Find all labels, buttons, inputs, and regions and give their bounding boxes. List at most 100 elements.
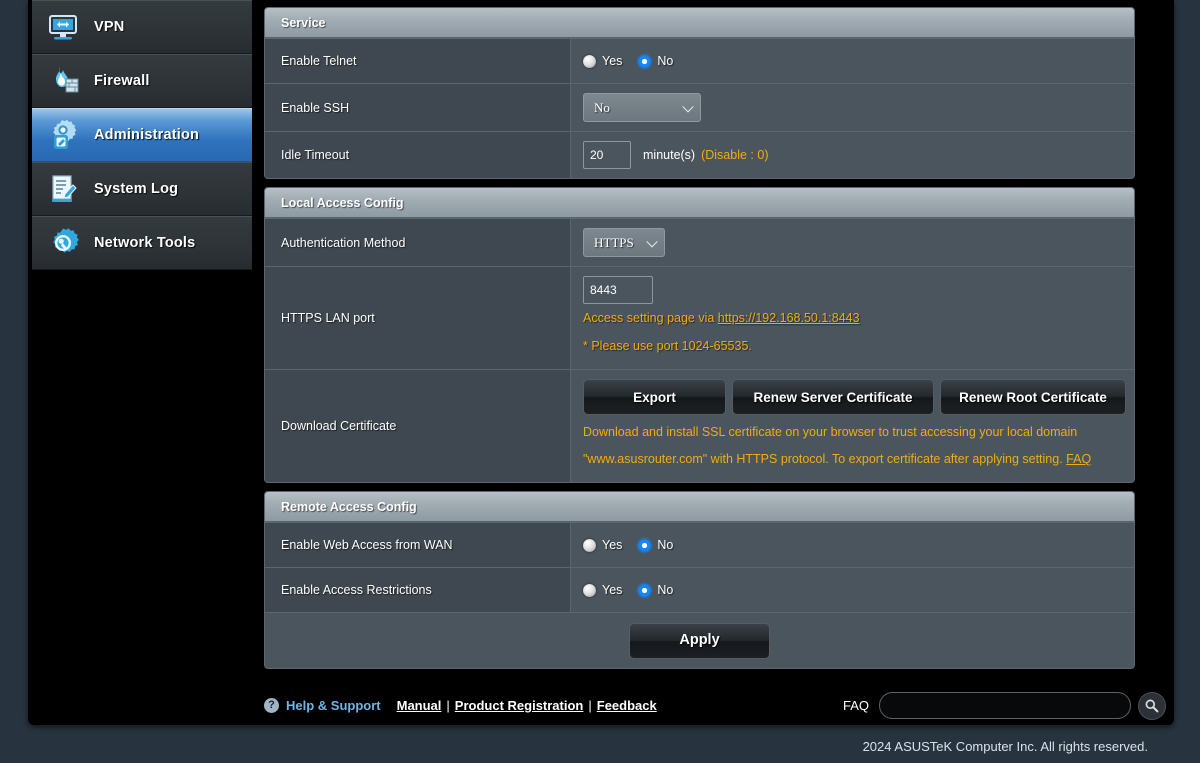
sidebar-item-label: System Log (94, 181, 178, 197)
idle-timeout-input[interactable] (583, 141, 631, 169)
row-https-lan-port: HTTPS LAN port Access setting page via h… (265, 266, 1134, 369)
network-tools-icon (46, 226, 80, 260)
copyright-text: 2024 ASUSTeK Computer Inc. All rights re… (863, 739, 1148, 754)
enable-ssh-value: No (594, 100, 610, 116)
access-restrictions-radio-group: Yes No (583, 583, 673, 597)
https-lan-port-label: HTTPS LAN port (265, 267, 571, 369)
access-restrictions-yes-label: Yes (602, 583, 622, 597)
administration-icon (46, 118, 80, 152)
https-lan-port-field: Access setting page via https://192.168.… (571, 267, 1134, 369)
https-lan-port-input[interactable] (583, 276, 653, 304)
enable-telnet-label: Enable Telnet (265, 39, 571, 83)
row-download-certificate: Download Certificate Export Renew Server… (265, 369, 1134, 482)
download-certificate-field: Export Renew Server Certificate Renew Ro… (571, 370, 1135, 482)
footer-separator-1: | (446, 698, 449, 713)
idle-timeout-hint: (Disable : 0) (701, 148, 768, 162)
radio-selected-icon (638, 55, 651, 68)
remote-access-config-section: Remote Access Config Enable Web Access f… (264, 491, 1135, 669)
sidebar-item-network-tools[interactable]: Network Tools (32, 216, 252, 270)
enable-telnet-yes[interactable]: Yes (583, 54, 622, 68)
web-access-wan-no-label: No (657, 538, 673, 552)
web-access-wan-no[interactable]: No (638, 538, 673, 552)
help-and-support-label: Help & Support (286, 698, 381, 713)
row-access-restrictions: Enable Access Restrictions Yes No (265, 567, 1134, 612)
idle-timeout-label: Idle Timeout (265, 132, 571, 178)
access-restrictions-no[interactable]: No (638, 583, 673, 597)
enable-telnet-yes-label: Yes (602, 54, 622, 68)
router-admin-shell: VPN Firewall (28, 0, 1174, 725)
faq-search-button[interactable] (1138, 692, 1166, 720)
help-question-icon: ? (264, 698, 279, 713)
enable-ssh-field: No (571, 84, 1134, 131)
row-enable-ssh: Enable SSH No (265, 83, 1134, 131)
search-icon (1144, 698, 1160, 714)
sidebar-item-label: VPN (94, 19, 124, 35)
idle-timeout-field: minute(s) (Disable : 0) (571, 132, 1134, 178)
faq-search-input[interactable] (879, 692, 1131, 719)
enable-telnet-no[interactable]: No (638, 54, 673, 68)
enable-ssh-label: Enable SSH (265, 84, 571, 131)
footer-separator-2: | (588, 698, 591, 713)
enable-telnet-radio-group: Yes No (583, 54, 673, 68)
sidebar-item-vpn[interactable]: VPN (32, 0, 252, 54)
authentication-method-value: HTTPS (594, 235, 634, 251)
radio-selected-icon (638, 584, 651, 597)
web-access-wan-yes[interactable]: Yes (583, 538, 622, 552)
vpn-icon (46, 10, 80, 44)
radio-unselected-icon (583, 55, 596, 68)
download-certificate-faq-link[interactable]: FAQ (1066, 452, 1091, 466)
remote-access-config-title: Remote Access Config (265, 492, 1134, 522)
authentication-method-field: HTTPS (571, 219, 1134, 266)
chevron-down-icon (682, 101, 693, 112)
sidebar-item-label: Administration (94, 127, 199, 143)
apply-button-container: Apply (265, 612, 1134, 668)
download-certificate-label: Download Certificate (265, 370, 571, 482)
main-content: Service Enable Telnet Yes No (264, 0, 1166, 677)
web-access-wan-radio-group: Yes No (583, 538, 673, 552)
access-restrictions-label: Enable Access Restrictions (265, 568, 571, 612)
faq-label: FAQ (843, 698, 869, 713)
page-root: VPN Firewall (0, 0, 1200, 763)
https-access-note: Access setting page via https://192.168.… (583, 304, 860, 332)
row-idle-timeout: Idle Timeout minute(s) (Disable : 0) (265, 131, 1134, 178)
apply-button[interactable]: Apply (629, 623, 770, 659)
system-log-icon (46, 172, 80, 206)
enable-telnet-no-label: No (657, 54, 673, 68)
product-registration-link[interactable]: Product Registration (455, 698, 584, 713)
footer-bar: ? Help & Support Manual | Product Regist… (264, 686, 1166, 725)
access-restrictions-field: Yes No (571, 568, 1134, 612)
row-web-access-wan: Enable Web Access from WAN Yes No (265, 522, 1134, 567)
sidebar-nav: VPN Firewall (32, 0, 252, 270)
download-certificate-description-text: Download and install SSL certificate on … (583, 425, 1077, 466)
chevron-down-icon (646, 236, 657, 247)
manual-link[interactable]: Manual (397, 698, 442, 713)
local-access-config-title: Local Access Config (265, 188, 1134, 218)
web-access-wan-label: Enable Web Access from WAN (265, 523, 571, 567)
service-section: Service Enable Telnet Yes No (264, 7, 1135, 179)
authentication-method-select[interactable]: HTTPS (583, 228, 665, 257)
row-authentication-method: Authentication Method HTTPS (265, 218, 1134, 266)
radio-selected-icon (638, 539, 651, 552)
sidebar-item-administration[interactable]: Administration (32, 108, 252, 162)
export-certificate-button[interactable]: Export (583, 379, 726, 415)
renew-server-certificate-button[interactable]: Renew Server Certificate (732, 379, 934, 415)
idle-timeout-unit: minute(s) (643, 148, 695, 162)
sidebar-item-label: Firewall (94, 73, 150, 89)
web-access-wan-yes-label: Yes (602, 538, 622, 552)
sidebar-item-firewall[interactable]: Firewall (32, 54, 252, 108)
enable-telnet-field: Yes No (571, 39, 1134, 83)
radio-unselected-icon (583, 584, 596, 597)
https-access-note-prefix: Access setting page via (583, 311, 718, 325)
feedback-link[interactable]: Feedback (597, 698, 657, 713)
enable-ssh-select[interactable]: No (583, 93, 701, 122)
service-section-title: Service (265, 8, 1134, 38)
download-certificate-description: Download and install SSL certificate on … (583, 419, 1123, 473)
authentication-method-label: Authentication Method (265, 219, 571, 266)
sidebar-item-system-log[interactable]: System Log (32, 162, 252, 216)
access-restrictions-yes[interactable]: Yes (583, 583, 622, 597)
renew-root-certificate-button[interactable]: Renew Root Certificate (940, 379, 1126, 415)
https-access-url-link[interactable]: https://192.168.50.1:8443 (718, 311, 860, 325)
sidebar-item-label: Network Tools (94, 235, 195, 251)
local-access-config-section: Local Access Config Authentication Metho… (264, 187, 1135, 483)
https-port-range-note: * Please use port 1024-65535. (583, 332, 752, 360)
